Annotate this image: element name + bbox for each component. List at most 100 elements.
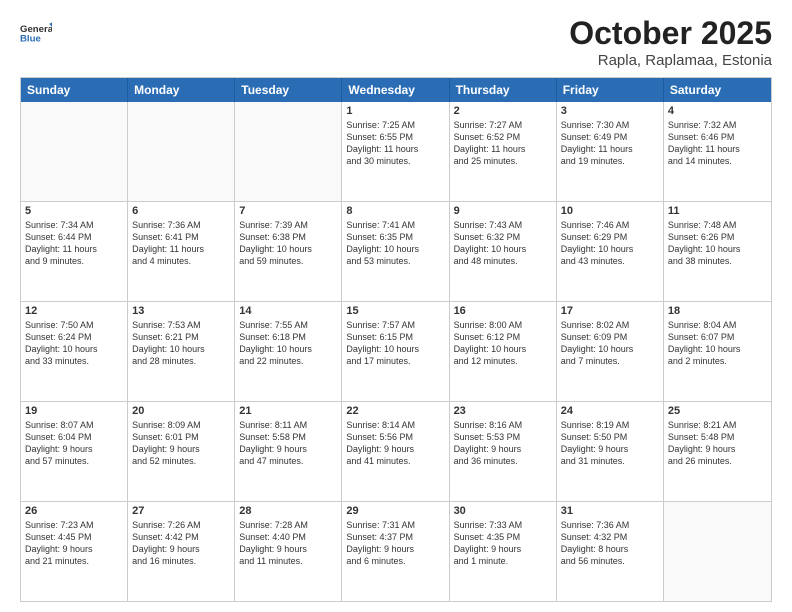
calendar-day-cell: 22 Sunrise: 8:14 AM Sunset: 5:56 PM Dayli… (342, 402, 449, 501)
day-info: Sunrise: 7:31 AM Sunset: 4:37 PM Dayligh… (346, 519, 444, 568)
weekday-header: Tuesday (235, 78, 342, 102)
day-number: 11 (668, 205, 767, 217)
day-info: Sunrise: 8:04 AM Sunset: 6:07 PM Dayligh… (668, 319, 767, 368)
day-number: 18 (668, 305, 767, 317)
weekday-header: Saturday (664, 78, 771, 102)
day-number: 10 (561, 205, 659, 217)
calendar-row: 12 Sunrise: 7:50 AM Sunset: 6:24 PM Dayli… (21, 302, 771, 402)
calendar-day-cell: 19 Sunrise: 8:07 AM Sunset: 6:04 PM Dayli… (21, 402, 128, 501)
day-info: Sunrise: 7:55 AM Sunset: 6:18 PM Dayligh… (239, 319, 337, 368)
day-info: Sunrise: 7:36 AM Sunset: 4:32 PM Dayligh… (561, 519, 659, 568)
day-number: 6 (132, 205, 230, 217)
day-info: Sunrise: 8:19 AM Sunset: 5:50 PM Dayligh… (561, 419, 659, 468)
day-info: Sunrise: 7:30 AM Sunset: 6:49 PM Dayligh… (561, 119, 659, 168)
calendar-row: 1Sunrise: 7:25 AM Sunset: 6:55 PM Daylig… (21, 102, 771, 202)
calendar-day-cell: 15 Sunrise: 7:57 AM Sunset: 6:15 PM Dayli… (342, 302, 449, 401)
day-info: Sunrise: 7:53 AM Sunset: 6:21 PM Dayligh… (132, 319, 230, 368)
calendar-day-cell: 18 Sunrise: 8:04 AM Sunset: 6:07 PM Dayli… (664, 302, 771, 401)
calendar-day-cell: 9Sunrise: 7:43 AM Sunset: 6:32 PM Daylig… (450, 202, 557, 301)
day-number: 1 (346, 105, 444, 117)
day-number: 15 (346, 305, 444, 317)
calendar-day-cell: 6 Sunrise: 7:36 AM Sunset: 6:41 PM Daylig… (128, 202, 235, 301)
svg-text:Blue: Blue (20, 34, 41, 45)
weekday-header: Thursday (450, 78, 557, 102)
calendar-day-cell: 27 Sunrise: 7:26 AM Sunset: 4:42 PM Dayli… (128, 502, 235, 601)
calendar-day-cell: 8 Sunrise: 7:41 AM Sunset: 6:35 PM Daylig… (342, 202, 449, 301)
weekday-header: Sunday (21, 78, 128, 102)
calendar-row: 19 Sunrise: 8:07 AM Sunset: 6:04 PM Dayli… (21, 402, 771, 502)
calendar-day-cell: 7 Sunrise: 7:39 AM Sunset: 6:38 PM Daylig… (235, 202, 342, 301)
calendar-day-cell: 14 Sunrise: 7:55 AM Sunset: 6:18 PM Dayli… (235, 302, 342, 401)
day-number: 20 (132, 405, 230, 417)
day-info: Sunrise: 7:26 AM Sunset: 4:42 PM Dayligh… (132, 519, 230, 568)
calendar-day-cell: 17Sunrise: 8:02 AM Sunset: 6:09 PM Dayli… (557, 302, 664, 401)
day-info: Sunrise: 8:00 AM Sunset: 6:12 PM Dayligh… (454, 319, 552, 368)
day-info: Sunrise: 8:11 AM Sunset: 5:58 PM Dayligh… (239, 419, 337, 468)
day-info: Sunrise: 8:21 AM Sunset: 5:48 PM Dayligh… (668, 419, 767, 468)
day-number: 4 (668, 105, 767, 117)
day-number: 30 (454, 505, 552, 517)
day-number: 14 (239, 305, 337, 317)
subtitle: Rapla, Raplamaa, Estonia (569, 52, 772, 69)
logo-svg: General Blue (20, 15, 52, 51)
calendar-day-cell: 13 Sunrise: 7:53 AM Sunset: 6:21 PM Dayli… (128, 302, 235, 401)
weekday-header: Friday (557, 78, 664, 102)
calendar-day-cell: 31 Sunrise: 7:36 AM Sunset: 4:32 PM Dayli… (557, 502, 664, 601)
calendar-day-cell: 25 Sunrise: 8:21 AM Sunset: 5:48 PM Dayli… (664, 402, 771, 501)
day-number: 22 (346, 405, 444, 417)
day-number: 26 (25, 505, 123, 517)
calendar-header: SundayMondayTuesdayWednesdayThursdayFrid… (21, 78, 771, 102)
weekday-header: Wednesday (342, 78, 449, 102)
day-info: Sunrise: 8:07 AM Sunset: 6:04 PM Dayligh… (25, 419, 123, 468)
calendar-day-cell: 12 Sunrise: 7:50 AM Sunset: 6:24 PM Dayli… (21, 302, 128, 401)
calendar-day-cell: 21 Sunrise: 8:11 AM Sunset: 5:58 PM Dayli… (235, 402, 342, 501)
day-info: Sunrise: 7:23 AM Sunset: 4:45 PM Dayligh… (25, 519, 123, 568)
day-info: Sunrise: 7:48 AM Sunset: 6:26 PM Dayligh… (668, 219, 767, 268)
day-info: Sunrise: 7:57 AM Sunset: 6:15 PM Dayligh… (346, 319, 444, 368)
day-number: 17 (561, 305, 659, 317)
header: General Blue October 2025 Rapla, Raplama… (20, 15, 772, 69)
calendar-empty-cell (21, 102, 128, 201)
day-number: 27 (132, 505, 230, 517)
calendar-day-cell: 5 Sunrise: 7:34 AM Sunset: 6:44 PM Daylig… (21, 202, 128, 301)
calendar: SundayMondayTuesdayWednesdayThursdayFrid… (20, 77, 772, 602)
calendar-day-cell: 24Sunrise: 8:19 AM Sunset: 5:50 PM Dayli… (557, 402, 664, 501)
calendar-day-cell: 10 Sunrise: 7:46 AM Sunset: 6:29 PM Dayli… (557, 202, 664, 301)
day-number: 21 (239, 405, 337, 417)
day-info: Sunrise: 8:14 AM Sunset: 5:56 PM Dayligh… (346, 419, 444, 468)
day-info: Sunrise: 7:32 AM Sunset: 6:46 PM Dayligh… (668, 119, 767, 168)
calendar-day-cell: 28Sunrise: 7:28 AM Sunset: 4:40 PM Dayli… (235, 502, 342, 601)
calendar-day-cell: 2Sunrise: 7:27 AM Sunset: 6:52 PM Daylig… (450, 102, 557, 201)
day-info: Sunrise: 8:09 AM Sunset: 6:01 PM Dayligh… (132, 419, 230, 468)
day-number: 31 (561, 505, 659, 517)
day-info: Sunrise: 7:43 AM Sunset: 6:32 PM Dayligh… (454, 219, 552, 268)
calendar-day-cell: 3 Sunrise: 7:30 AM Sunset: 6:49 PM Daylig… (557, 102, 664, 201)
day-info: Sunrise: 7:46 AM Sunset: 6:29 PM Dayligh… (561, 219, 659, 268)
day-number: 23 (454, 405, 552, 417)
day-info: Sunrise: 7:39 AM Sunset: 6:38 PM Dayligh… (239, 219, 337, 268)
day-number: 3 (561, 105, 659, 117)
day-info: Sunrise: 8:16 AM Sunset: 5:53 PM Dayligh… (454, 419, 552, 468)
day-number: 7 (239, 205, 337, 217)
calendar-day-cell: 11 Sunrise: 7:48 AM Sunset: 6:26 PM Dayli… (664, 202, 771, 301)
day-info: Sunrise: 7:34 AM Sunset: 6:44 PM Dayligh… (25, 219, 123, 268)
day-info: Sunrise: 7:41 AM Sunset: 6:35 PM Dayligh… (346, 219, 444, 268)
calendar-day-cell: 23 Sunrise: 8:16 AM Sunset: 5:53 PM Dayli… (450, 402, 557, 501)
calendar-day-cell: 1Sunrise: 7:25 AM Sunset: 6:55 PM Daylig… (342, 102, 449, 201)
day-number: 16 (454, 305, 552, 317)
day-number: 25 (668, 405, 767, 417)
calendar-empty-cell (235, 102, 342, 201)
day-number: 13 (132, 305, 230, 317)
day-number: 19 (25, 405, 123, 417)
weekday-header: Monday (128, 78, 235, 102)
calendar-empty-cell (128, 102, 235, 201)
day-info: Sunrise: 7:36 AM Sunset: 6:41 PM Dayligh… (132, 219, 230, 268)
calendar-body: 1Sunrise: 7:25 AM Sunset: 6:55 PM Daylig… (21, 102, 771, 601)
day-number: 8 (346, 205, 444, 217)
day-number: 5 (25, 205, 123, 217)
main-title: October 2025 (569, 15, 772, 52)
day-number: 12 (25, 305, 123, 317)
calendar-row: 5 Sunrise: 7:34 AM Sunset: 6:44 PM Daylig… (21, 202, 771, 302)
day-info: Sunrise: 7:50 AM Sunset: 6:24 PM Dayligh… (25, 319, 123, 368)
page: General Blue October 2025 Rapla, Raplama… (0, 0, 792, 612)
